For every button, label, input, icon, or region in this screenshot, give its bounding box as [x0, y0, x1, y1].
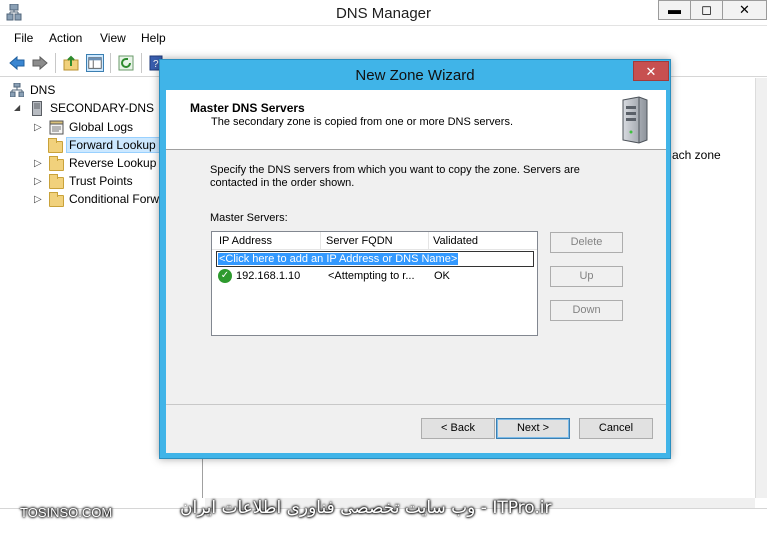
vertical-scrollbar[interactable] — [755, 78, 767, 498]
folder-icon — [49, 156, 64, 171]
column-divider[interactable] — [320, 232, 321, 250]
back-button[interactable]: < Back — [421, 418, 495, 439]
up-folder-icon[interactable] — [62, 54, 80, 72]
collapse-arrow-icon[interactable]: ◢ — [14, 103, 20, 112]
table-row[interactable]: ✓ 192.168.1.10 <Attempting to r... OK — [216, 269, 534, 285]
expand-arrow-icon[interactable]: ▷ — [34, 176, 42, 187]
folder-icon — [49, 192, 64, 207]
move-down-button[interactable]: Down — [550, 300, 623, 321]
window-title: DNS Manager — [335, 5, 432, 22]
dialog-body: Master DNS Servers The secondary zone is… — [166, 90, 666, 453]
folder-icon — [49, 174, 64, 189]
menu-bar: File Action View Help — [0, 27, 767, 49]
dns-server-icon — [10, 83, 24, 97]
dialog-close-button[interactable]: ✕ — [633, 61, 669, 81]
menu-file[interactable]: File — [14, 31, 33, 45]
global-logs-icon — [49, 120, 64, 135]
expand-arrow-icon[interactable]: ▷ — [34, 158, 42, 169]
page-subtitle: The secondary zone is copied from one or… — [211, 116, 514, 128]
title-bar: DNS Manager ▬ ◻ ✕ — [0, 0, 767, 26]
toolbar-separator — [55, 53, 56, 73]
next-button[interactable]: Next > — [496, 418, 570, 439]
validated-check-icon: ✓ — [218, 269, 232, 283]
row-ip-address: 192.168.1.10 — [236, 270, 301, 282]
minimize-button[interactable]: ▬ — [658, 0, 691, 20]
watermark-right: ITPro.ir - وب سایت تخصصی فناوری اطلاعات … — [180, 498, 552, 518]
page-title: Master DNS Servers — [190, 101, 305, 115]
back-arrow-icon[interactable] — [8, 54, 26, 72]
expand-arrow-icon[interactable]: ▷ — [34, 194, 42, 205]
forward-arrow-icon[interactable] — [31, 54, 49, 72]
list-header: IP Address Server FQDN Validated — [212, 232, 537, 250]
master-servers-label: Master Servers: — [210, 212, 288, 224]
refresh-icon[interactable] — [117, 54, 135, 72]
toolbar-separator — [141, 53, 142, 73]
delete-button[interactable]: Delete — [550, 232, 623, 253]
add-server-entry-row[interactable]: <Click here to add an IP Address or DNS … — [216, 251, 534, 267]
menu-action[interactable]: Action — [49, 31, 82, 45]
toolbar-separator — [110, 53, 111, 73]
folder-icon — [48, 138, 63, 153]
details-pane-text: ach zone — [672, 148, 721, 162]
expand-arrow-icon[interactable]: ▷ — [34, 122, 42, 133]
cancel-button[interactable]: Cancel — [579, 418, 653, 439]
close-window-button[interactable]: ✕ — [722, 0, 767, 20]
tree-item-label: Conditional Forw — [69, 192, 160, 206]
column-header-ip-address[interactable]: IP Address — [219, 235, 272, 247]
menu-help[interactable]: Help — [141, 31, 166, 45]
tree-item-label: Global Logs — [69, 120, 134, 134]
tree-item-label: DNS — [30, 83, 56, 97]
footer-divider — [166, 404, 666, 405]
column-header-server-fqdn[interactable]: Server FQDN — [326, 235, 393, 247]
server-tower-icon — [622, 96, 648, 144]
maximize-button[interactable]: ◻ — [690, 0, 723, 20]
server-icon — [32, 101, 42, 116]
move-up-button[interactable]: Up — [550, 266, 623, 287]
show-hide-console-tree-icon[interactable] — [86, 54, 104, 72]
master-servers-list[interactable]: IP Address Server FQDN Validated <Click … — [211, 231, 538, 336]
menu-view[interactable]: View — [100, 31, 126, 45]
row-server-fqdn: <Attempting to r... — [328, 270, 415, 282]
tree-item-label: Forward Lookup Z — [66, 137, 170, 153]
tree-item-label: SECONDARY-DNS — [50, 101, 155, 115]
instructions-text: Specify the DNS servers from which you w… — [210, 164, 580, 189]
column-header-validated[interactable]: Validated — [433, 235, 478, 247]
row-validated: OK — [434, 270, 450, 282]
tree-item-label: Trust Points — [69, 174, 133, 188]
watermark-left: TOSINSO.COM — [20, 505, 113, 520]
wizard-header: Master DNS Servers The secondary zone is… — [166, 90, 666, 150]
tree-item-label: Reverse Lookup Z — [69, 156, 168, 170]
dialog-title: New Zone Wizard — [355, 67, 475, 84]
add-server-placeholder[interactable]: <Click here to add an IP Address or DNS … — [218, 253, 459, 265]
column-divider[interactable] — [428, 232, 429, 250]
new-zone-wizard-dialog: New Zone Wizard ✕ Master DNS Servers The… — [159, 59, 671, 459]
